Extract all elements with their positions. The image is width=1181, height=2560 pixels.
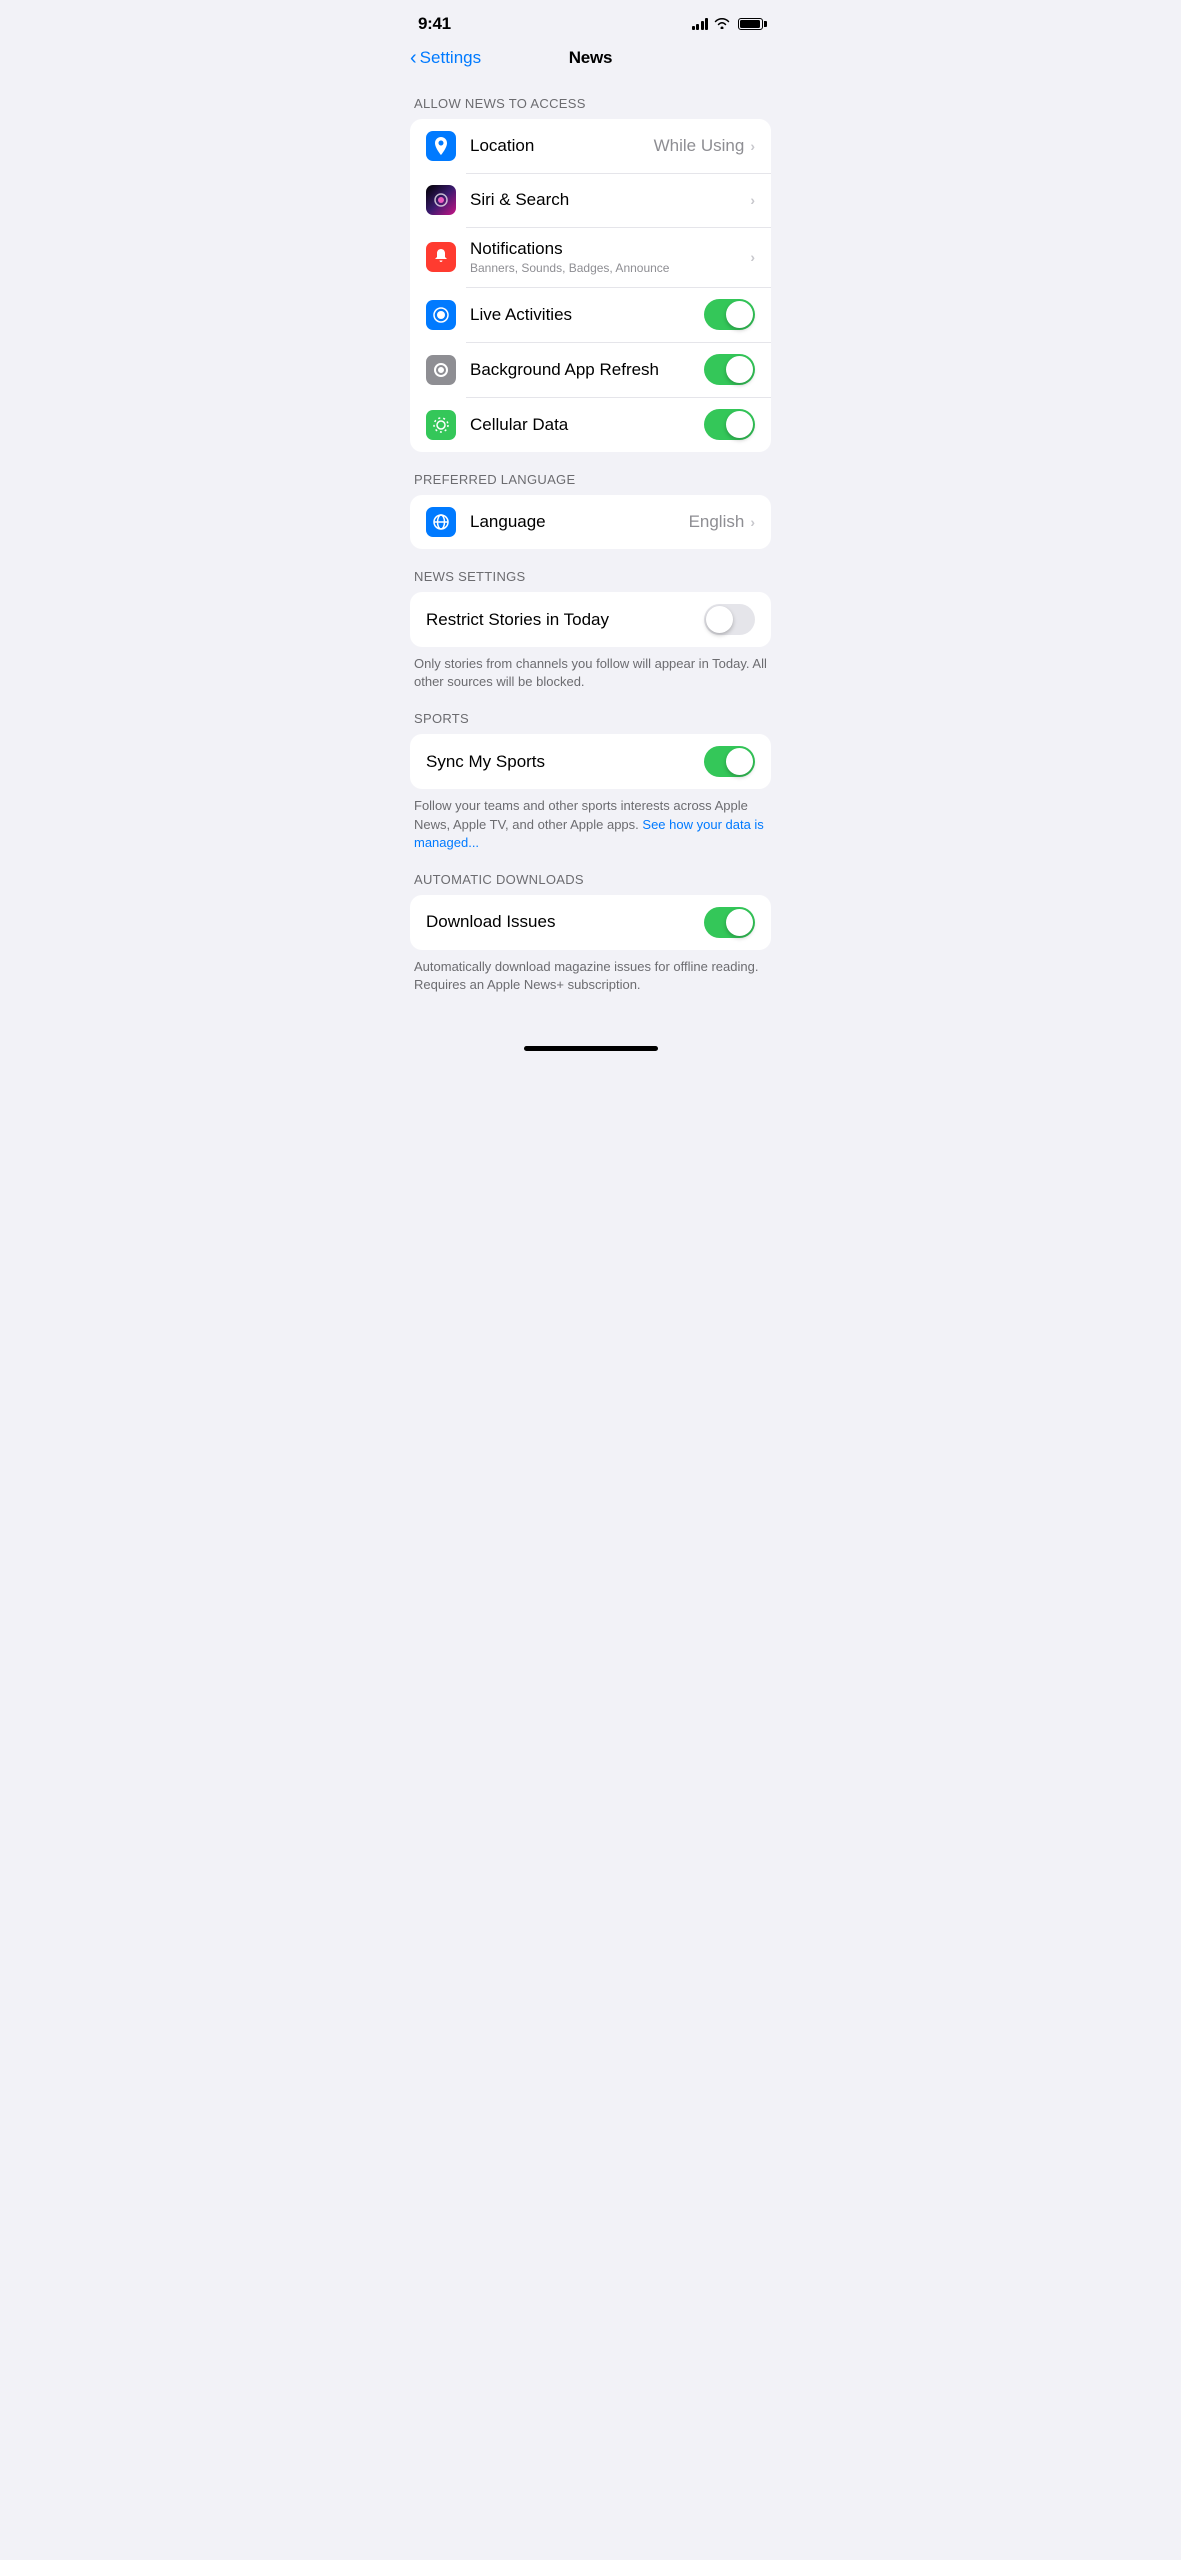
- row-download-issues[interactable]: Download Issues: [410, 895, 771, 950]
- nav-bar: ‹ Settings News: [394, 40, 787, 80]
- label-background-refresh: Background App Refresh: [470, 360, 704, 380]
- label-download-issues: Download Issues: [426, 912, 704, 932]
- page-title: News: [569, 48, 613, 68]
- label-location: Location: [470, 136, 654, 156]
- chevron-notifications-icon: ›: [750, 249, 755, 265]
- card-allow-news: Location While Using › Siri & Search ›: [410, 119, 771, 452]
- icon-notifications: [426, 242, 456, 272]
- row-language[interactable]: Language English ›: [410, 495, 771, 549]
- footer-sports: Follow your teams and other sports inter…: [394, 789, 787, 852]
- footer-news-settings: Only stories from channels you follow wi…: [394, 647, 787, 691]
- label-cellular: Cellular Data: [470, 415, 704, 435]
- icon-cellular: [426, 410, 456, 440]
- footer-auto-downloads: Automatically download magazine issues f…: [394, 950, 787, 994]
- label-restrict-stories: Restrict Stories in Today: [426, 610, 704, 630]
- row-live-activities[interactable]: Live Activities: [410, 287, 771, 342]
- row-restrict-stories[interactable]: Restrict Stories in Today: [410, 592, 771, 647]
- section-header-language: PREFERRED LANGUAGE: [394, 472, 787, 495]
- toggle-background-refresh[interactable]: [704, 354, 755, 385]
- signal-icon: [692, 18, 709, 30]
- value-location: While Using: [654, 136, 745, 156]
- chevron-location-icon: ›: [750, 138, 755, 154]
- status-time: 9:41: [418, 14, 451, 34]
- card-language: Language English ›: [410, 495, 771, 549]
- label-siri: Siri & Search: [470, 190, 750, 210]
- back-button[interactable]: ‹ Settings: [410, 47, 481, 70]
- toggle-live-activities[interactable]: [704, 299, 755, 330]
- battery-icon: [738, 18, 763, 30]
- icon-siri: [426, 185, 456, 215]
- icon-globe: [426, 507, 456, 537]
- section-allow-news: ALLOW NEWS TO ACCESS Location While Usin…: [394, 96, 787, 452]
- card-auto-downloads: Download Issues: [410, 895, 771, 950]
- section-header-sports: SPORTS: [394, 711, 787, 734]
- icon-background-refresh: [426, 355, 456, 385]
- chevron-siri-icon: ›: [750, 192, 755, 208]
- label-language: Language: [470, 512, 689, 532]
- back-label: Settings: [420, 48, 481, 68]
- status-icons: [692, 17, 764, 32]
- home-indicator: [524, 1046, 658, 1051]
- value-language: English: [689, 512, 745, 532]
- card-sports: Sync My Sports: [410, 734, 771, 789]
- section-sports: SPORTS Sync My Sports Follow your teams …: [394, 711, 787, 852]
- row-location[interactable]: Location While Using ›: [410, 119, 771, 173]
- row-background-refresh[interactable]: Background App Refresh: [410, 342, 771, 397]
- row-sync-sports[interactable]: Sync My Sports: [410, 734, 771, 789]
- icon-location: [426, 131, 456, 161]
- sublabel-notifications: Banners, Sounds, Badges, Announce: [470, 261, 750, 275]
- status-bar: 9:41: [394, 0, 787, 40]
- label-notifications: Notifications: [470, 239, 750, 259]
- section-header-allow-news: ALLOW NEWS TO ACCESS: [394, 96, 787, 119]
- card-news-settings: Restrict Stories in Today: [410, 592, 771, 647]
- toggle-download-issues[interactable]: [704, 907, 755, 938]
- row-siri[interactable]: Siri & Search ›: [410, 173, 771, 227]
- label-live-activities: Live Activities: [470, 305, 704, 325]
- section-language: PREFERRED LANGUAGE Language English ›: [394, 472, 787, 549]
- section-header-news-settings: NEWS SETTINGS: [394, 569, 787, 592]
- toggle-cellular[interactable]: [704, 409, 755, 440]
- icon-live-activities: [426, 300, 456, 330]
- row-cellular[interactable]: Cellular Data: [410, 397, 771, 452]
- section-auto-downloads: AUTOMATIC DOWNLOADS Download Issues Auto…: [394, 872, 787, 994]
- settings-content: ALLOW NEWS TO ACCESS Location While Usin…: [394, 80, 787, 1030]
- label-sync-sports: Sync My Sports: [426, 752, 704, 772]
- back-chevron-icon: ‹: [410, 47, 417, 70]
- wifi-icon: [714, 17, 730, 32]
- row-notifications[interactable]: Notifications Banners, Sounds, Badges, A…: [410, 227, 771, 287]
- section-header-auto-downloads: AUTOMATIC DOWNLOADS: [394, 872, 787, 895]
- toggle-restrict-stories[interactable]: [704, 604, 755, 635]
- toggle-sync-sports[interactable]: [704, 746, 755, 777]
- chevron-language-icon: ›: [750, 514, 755, 530]
- section-news-settings: NEWS SETTINGS Restrict Stories in Today …: [394, 569, 787, 691]
